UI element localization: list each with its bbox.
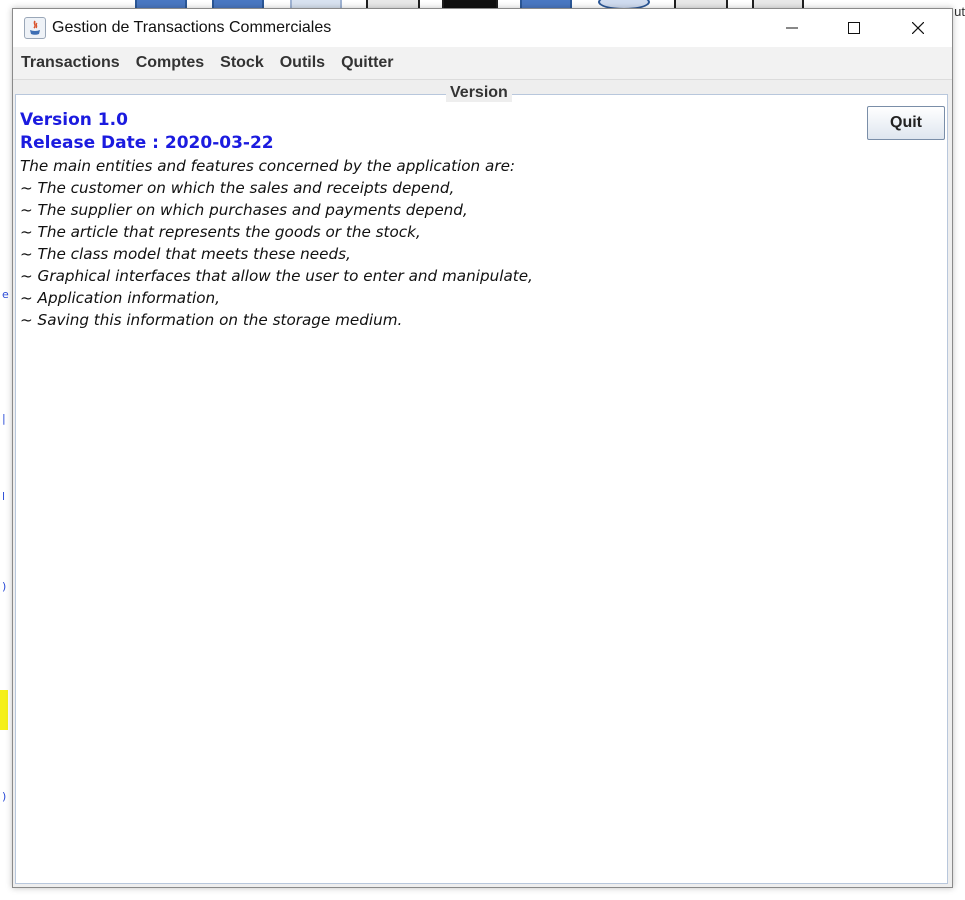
close-icon: [912, 22, 924, 34]
description-line: ~ The supplier on which purchases and pa…: [20, 201, 468, 219]
background-text: ut: [954, 4, 965, 19]
menu-stock[interactable]: Stock: [212, 54, 272, 72]
menu-outils[interactable]: Outils: [272, 54, 333, 72]
release-date-label: Release Date : 2020-03-22: [20, 133, 274, 153]
version-panel: Version Version 1.0 Release Date : 2020-…: [15, 84, 948, 884]
menu-bar: Transactions Comptes Stock Outils Quitte…: [13, 47, 952, 80]
description-line: ~ Saving this information on the storage…: [20, 311, 403, 329]
description-lines: The main entities and features concerned…: [20, 155, 533, 331]
version-label: Version 1.0: [20, 110, 128, 130]
quit-button[interactable]: Quit: [867, 106, 945, 140]
window-title: Gestion de Transactions Commerciales: [52, 19, 332, 36]
description-line: ~ Application information,: [20, 289, 220, 307]
close-button[interactable]: [887, 9, 949, 47]
panel-title: Version: [446, 84, 512, 102]
description-line: ~ The class model that meets these needs…: [20, 245, 351, 263]
menu-transactions[interactable]: Transactions: [13, 54, 128, 72]
background-side-strip: e | l ) ): [0, 0, 12, 900]
maximize-icon: [848, 22, 860, 34]
description-line: The main entities and features concerned…: [20, 157, 516, 175]
description-line: ~ Graphical interfaces that allow the us…: [20, 267, 533, 285]
background-desktop: [0, 0, 965, 10]
app-window: Gestion de Transactions Commerciales Tra…: [12, 8, 953, 888]
java-app-icon: [24, 17, 46, 39]
maximize-button[interactable]: [823, 9, 885, 47]
description-line: ~ The customer on which the sales and re…: [20, 179, 455, 197]
description-line: ~ The article that represents the goods …: [20, 223, 421, 241]
minimize-icon: [786, 27, 798, 29]
title-bar[interactable]: Gestion de Transactions Commerciales: [13, 9, 952, 47]
menu-quitter[interactable]: Quitter: [333, 54, 401, 72]
version-content: Version 1.0 Release Date : 2020-03-22 Th…: [20, 109, 533, 331]
menu-comptes[interactable]: Comptes: [128, 54, 212, 72]
minimize-button[interactable]: [761, 9, 823, 47]
